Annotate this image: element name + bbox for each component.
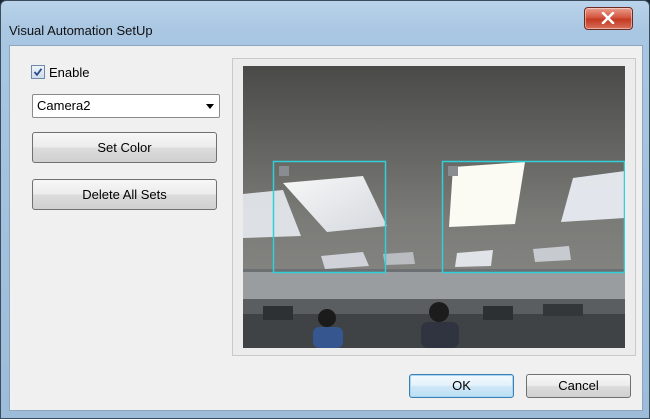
delete-all-sets-label: Delete All Sets: [82, 187, 167, 202]
ok-button[interactable]: OK: [409, 374, 514, 398]
checkmark-icon: [33, 68, 43, 77]
visual-automation-setup-window: Visual Automation SetUp Enable Camera2 S…: [0, 0, 650, 419]
dialog-client-area: Enable Camera2 Set Color Delete All Sets: [9, 45, 643, 411]
cancel-label: Cancel: [558, 378, 599, 393]
camera-select[interactable]: Camera2: [32, 94, 220, 118]
enable-checkbox-row[interactable]: Enable: [31, 64, 89, 80]
title-bar[interactable]: Visual Automation SetUp: [1, 1, 649, 45]
camera-preview-frame: [232, 58, 636, 356]
delete-all-sets-button[interactable]: Delete All Sets: [32, 179, 217, 210]
enable-label: Enable: [49, 64, 90, 80]
cancel-button[interactable]: Cancel: [526, 374, 631, 398]
enable-checkbox[interactable]: [31, 65, 45, 79]
close-x-icon: [601, 12, 615, 24]
region-2-handle[interactable]: [448, 166, 458, 176]
camera-select-value: Camera2: [37, 98, 91, 113]
ok-label: OK: [452, 378, 471, 393]
camera-preview[interactable]: [243, 66, 625, 348]
region-1-handle[interactable]: [279, 166, 289, 176]
window-title: Visual Automation SetUp: [9, 23, 153, 38]
camera-preview-image: [243, 66, 625, 348]
set-color-label: Set Color: [97, 140, 152, 155]
dropdown-arrow-icon[interactable]: [206, 104, 214, 109]
close-button[interactable]: [584, 7, 633, 30]
set-color-button[interactable]: Set Color: [32, 132, 217, 163]
